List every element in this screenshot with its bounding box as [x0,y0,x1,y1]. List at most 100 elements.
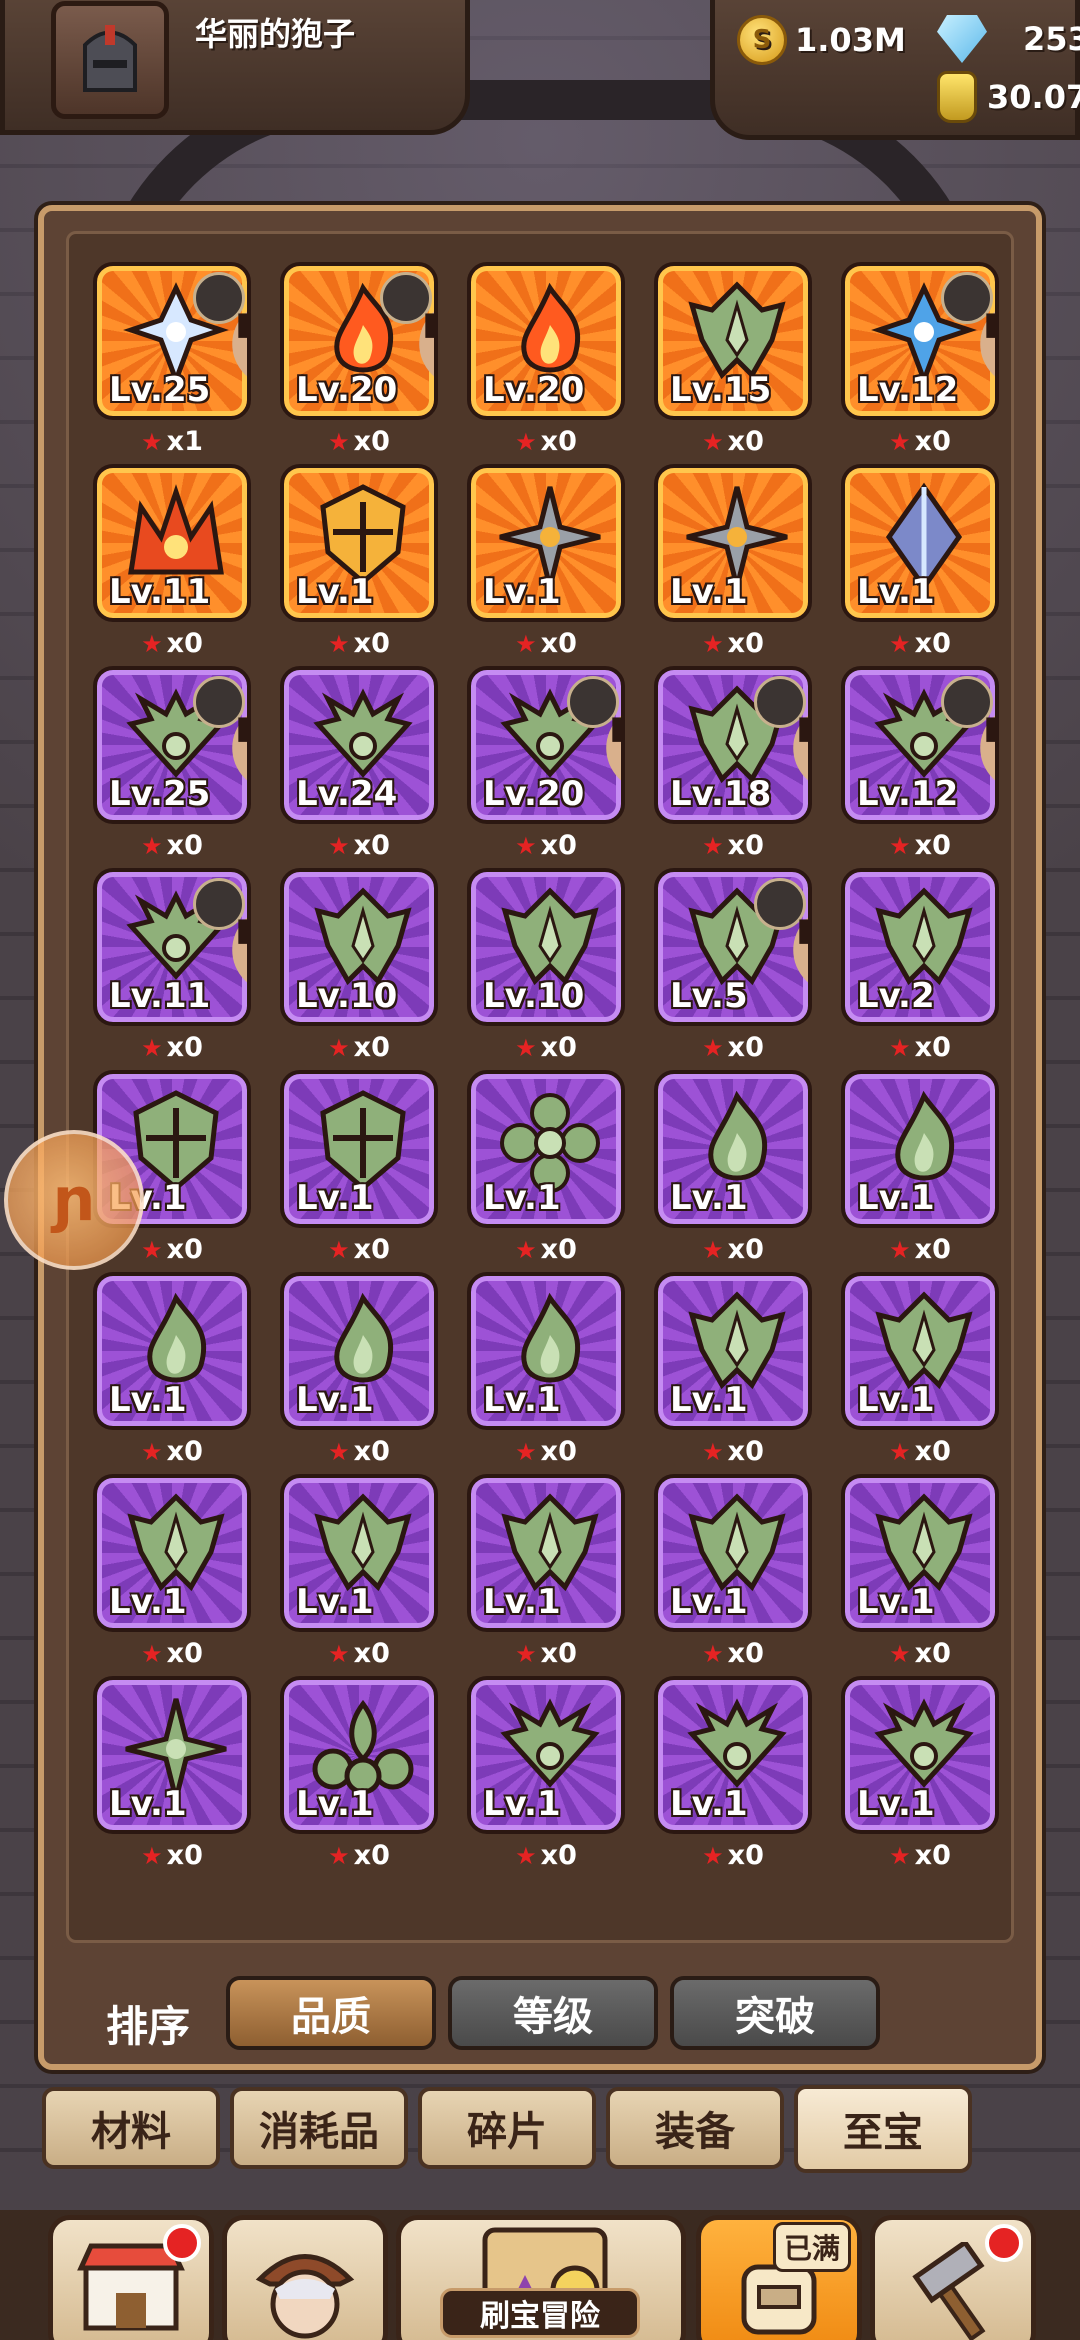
treasure-item-card[interactable]: Lv.20 [467,666,625,824]
treasure-slot[interactable]: Lv.1 ★ x0 [467,464,625,659]
treasure-slot[interactable]: Lv.1 ★ x0 [841,1474,999,1669]
nav-bag-button[interactable]: 已满 [696,2215,862,2340]
treasure-item-card[interactable]: Lv.1 [280,1070,438,1228]
treasure-slot[interactable]: Lv.15 ★ x0 [654,262,812,457]
tab-fragments[interactable]: 碎片 [418,2087,596,2169]
treasure-slot[interactable]: Lv.1 ★ x0 [841,464,999,659]
treasure-item-card[interactable]: Lv.1 [467,1070,625,1228]
treasure-item-card[interactable]: Lv.20 [280,262,438,420]
treasure-slot[interactable]: Lv.1 ★ x0 [654,1474,812,1669]
treasure-slot[interactable]: Lv.2 ★ x0 [841,868,999,1063]
treasure-slot[interactable]: Lv.10 ★ x0 [467,868,625,1063]
treasure-slot[interactable]: Lv.1 ★ x0 [280,464,438,659]
treasure-item-card[interactable]: Lv.12 [841,262,999,420]
treasure-item-card[interactable]: Lv.1 [280,464,438,622]
treasure-item-card[interactable]: Lv.20 [467,262,625,420]
treasure-item-card[interactable]: Lv.10 [280,868,438,1026]
treasure-item-card[interactable]: Lv.25 [93,262,251,420]
treasure-slot[interactable]: Lv.1 ★ x0 [467,1272,625,1467]
treasure-item-card[interactable]: Lv.18 [654,666,812,824]
treasure-slot[interactable]: Lv.1 ★ x0 [280,1272,438,1467]
red-star-icon: ★ [328,832,350,860]
treasure-item-card[interactable]: Lv.15 [654,262,812,420]
treasure-item-card[interactable]: Lv.1 [841,1272,999,1430]
treasure-slot[interactable]: Lv.1 ★ x0 [654,464,812,659]
treasure-slot[interactable]: Lv.1 ★ x0 [654,1272,812,1467]
treasure-item-card[interactable]: Lv.1 [841,1070,999,1228]
treasure-slot[interactable]: Lv.20 ★ x0 [280,262,438,457]
treasure-slot[interactable]: Lv.1 ★ x0 [467,1676,625,1871]
treasure-slot[interactable]: Lv.1 ★ x0 [841,1070,999,1265]
star-count: ★ x0 [841,1234,999,1265]
treasure-slot[interactable]: Lv.1 ★ x0 [841,1676,999,1871]
tab-equipment[interactable]: 装备 [606,2087,784,2169]
treasure-item-card[interactable]: Lv.1 [841,464,999,622]
treasure-slot[interactable]: Lv.1 ★ x0 [93,1474,251,1669]
treasure-item-card[interactable]: Lv.1 [654,1474,812,1632]
gold-display[interactable]: S 1.03M [737,15,906,65]
treasure-item-card[interactable]: Lv.1 [467,1676,625,1834]
treasure-item-card[interactable]: Lv.1 [654,464,812,622]
treasure-item-card[interactable]: Lv.11 [93,868,251,1026]
treasure-slot[interactable]: Lv.1 ★ x0 [280,1474,438,1669]
treasure-item-card[interactable]: Lv.1 [467,1272,625,1430]
floating-assistant-bubble[interactable]: ɲ [4,1130,144,1270]
treasure-slot[interactable]: Lv.25 ★ x0 [93,666,251,861]
treasure-item-card[interactable]: Lv.1 [93,1272,251,1430]
treasure-slot[interactable]: Lv.20 ★ x0 [467,262,625,457]
tab-materials[interactable]: 材料 [42,2087,220,2169]
treasure-item-card[interactable]: Lv.1 [654,1070,812,1228]
nav-forge-button[interactable] [870,2215,1036,2340]
treasure-slot[interactable]: Lv.11 ★ x0 [93,464,251,659]
treasure-item-card[interactable]: Lv.25 [93,666,251,824]
gem-display[interactable]: 253 [937,15,1080,63]
treasure-slot[interactable]: Lv.1 ★ x0 [467,1070,625,1265]
treasure-slot[interactable]: Lv.1 ★ x0 [654,1070,812,1265]
treasure-slot[interactable]: Lv.25 ★ x1 [93,262,251,457]
treasure-item-card[interactable]: Lv.1 [280,1676,438,1834]
treasure-item-card[interactable]: Lv.1 [93,1676,251,1834]
treasure-item-card[interactable]: Lv.1 [467,464,625,622]
treasure-item-card[interactable]: Lv.24 [280,666,438,824]
red-star-icon: ★ [515,1438,537,1466]
treasure-slot[interactable]: Lv.5 ★ x0 [654,868,812,1063]
treasure-item-card[interactable]: Lv.1 [280,1272,438,1430]
treasure-slot[interactable]: Lv.1 ★ x0 [280,1676,438,1871]
treasure-item-card[interactable]: Lv.5 [654,868,812,1026]
sort-breakthrough-button[interactable]: 突破 [670,1976,880,2050]
treasure-item-card[interactable]: Lv.1 [467,1474,625,1632]
tab-treasures[interactable]: 至宝 [794,2085,972,2173]
shop-notification-dot [163,2224,201,2262]
treasure-slot[interactable]: Lv.12 ★ x0 [841,666,999,861]
treasure-slot[interactable]: Lv.1 ★ x0 [93,1676,251,1871]
treasure-slot[interactable]: Lv.10 ★ x0 [280,868,438,1063]
nav-hero-button[interactable] [222,2215,388,2340]
treasure-item-card[interactable]: Lv.12 [841,666,999,824]
treasure-slot[interactable]: Lv.1 ★ x0 [841,1272,999,1467]
treasure-slot[interactable]: Lv.12 ★ x0 [841,262,999,457]
treasure-item-card[interactable]: Lv.1 [93,1474,251,1632]
treasure-slot[interactable]: Lv.11 ★ x0 [93,868,251,1063]
treasure-item-card[interactable]: Lv.2 [841,868,999,1026]
treasure-item-card[interactable]: Lv.1 [280,1474,438,1632]
potion-display[interactable]: 30.07K [937,71,1080,123]
treasure-slot[interactable]: Lv.1 ★ x0 [467,1474,625,1669]
treasure-item-card[interactable]: Lv.1 [841,1676,999,1834]
item-grid-scroll[interactable]: Lv.25 ★ x1 Lv.20 ★ x0 Lv.20 ★ x0 Lv.15 ★ x0 Lv.12 ★ x0… [66,231,1014,1943]
treasure-item-card[interactable]: Lv.1 [654,1272,812,1430]
nav-shop-button[interactable] [48,2215,214,2340]
treasure-item-card[interactable]: Lv.10 [467,868,625,1026]
treasure-slot[interactable]: Lv.1 ★ x0 [654,1676,812,1871]
treasure-slot[interactable]: Lv.24 ★ x0 [280,666,438,861]
treasure-slot[interactable]: Lv.1 ★ x0 [93,1272,251,1467]
treasure-slot[interactable]: Lv.18 ★ x0 [654,666,812,861]
treasure-item-card[interactable]: Lv.11 [93,464,251,622]
avatar[interactable] [51,1,169,119]
treasure-item-card[interactable]: Lv.1 [841,1474,999,1632]
sort-level-button[interactable]: 等级 [448,1976,658,2050]
sort-quality-button[interactable]: 品质 [226,1976,436,2050]
treasure-slot[interactable]: Lv.1 ★ x0 [280,1070,438,1265]
treasure-item-card[interactable]: Lv.1 [654,1676,812,1834]
tab-consumables[interactable]: 消耗品 [230,2087,408,2169]
treasure-slot[interactable]: Lv.20 ★ x0 [467,666,625,861]
